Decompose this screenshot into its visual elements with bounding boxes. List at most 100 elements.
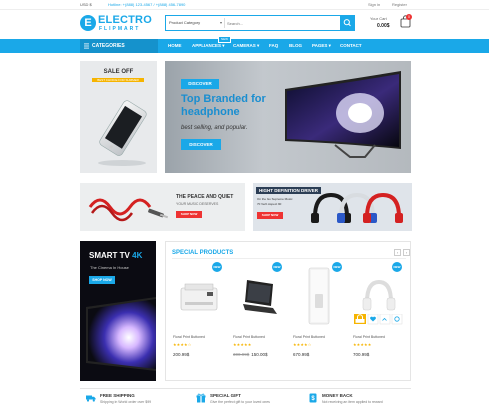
features-strip: FREE SHIPPING Shipping in World order ov…: [80, 388, 411, 406]
product-actions[interactable]: [354, 314, 404, 326]
gift-icon: [196, 393, 206, 403]
promo-hd-line2: 70 Verb Aspect 90: [257, 202, 282, 206]
promo-tv-title-text: SMART TV: [89, 251, 130, 260]
product-image: [293, 264, 345, 328]
feature-desc: Shipping in World order over $99: [100, 400, 152, 404]
nav-item-faq[interactable]: FAQ: [269, 39, 278, 53]
logo-name: ELECTRO: [98, 14, 152, 26]
nav-item-blog[interactable]: BLOG: [289, 39, 302, 53]
feature-title: SPECIAL GIFT: [210, 393, 241, 398]
product-image: [233, 264, 285, 328]
product-rating: ★★★★★: [233, 342, 252, 347]
carousel-prev-button[interactable]: ‹: [394, 249, 401, 256]
product-price: 300.99$ 150.00$: [233, 352, 268, 357]
product-card[interactable]: NEW Floral Print Buttoned ★★★★★ 300.99$ 1…: [232, 262, 287, 377]
promo-tv-shop-button[interactable]: SHOP NOW: [89, 276, 115, 284]
product-current-price: 670.99$: [293, 352, 310, 357]
promo-hd-line1: On the Go Supreme Music: [257, 197, 293, 201]
currency-selector[interactable]: USD $: [80, 2, 92, 7]
hero-discover-button[interactable]: DISCOVER: [181, 139, 221, 150]
hotline-text: Hotline: +(888) 123-4567 / +(888) 456-78…: [108, 2, 186, 7]
money-icon: $: [309, 393, 317, 403]
promo-quiet-subtitle: YOUR MUSIC DESERVES: [176, 202, 219, 206]
cart-count-badge: 0: [406, 14, 412, 20]
hero-subline: best selling, and popular.: [181, 125, 248, 131]
logo[interactable]: E ELECTRO FLIPMART: [80, 14, 152, 36]
nav-item-cameras[interactable]: CAMERAS ▾: [233, 39, 259, 53]
promo-peace-quiet[interactable]: THE PEACE AND QUIET YOUR MUSIC DESERVES …: [80, 183, 245, 231]
signin-link[interactable]: Sign in: [368, 2, 380, 7]
smart-tv-image: [86, 297, 156, 371]
promo-tv-title: SMART TV 4K: [89, 251, 142, 260]
register-link[interactable]: Register: [392, 2, 407, 7]
product-current-price: 200.99$: [173, 352, 190, 357]
truck-icon: [86, 395, 96, 402]
search-icon: [343, 19, 351, 27]
product-old-price: 300.99$: [233, 352, 250, 357]
section-divider: [172, 258, 406, 259]
product-price: 200.99$: [173, 352, 189, 357]
nav-item-contact[interactable]: CONTACT: [340, 39, 362, 53]
promo-tv-subtitle: The Cinema In House: [90, 265, 129, 270]
promo-hd-driver[interactable]: HIGHT DEFINITION DRIVER On the Go Suprem…: [253, 183, 412, 231]
special-products-title: SPECIAL PRODUCTS: [172, 250, 234, 256]
speaker-icon: [308, 267, 330, 325]
special-products-section: SPECIAL PRODUCTS ‹ › NEW Floral Print Bu…: [165, 241, 411, 381]
search-input[interactable]: [227, 17, 339, 29]
new-badge: NEW: [392, 262, 402, 272]
product-card[interactable]: NEW Floral Print Buttoned ★★★★☆ 670.99$: [292, 262, 347, 377]
search-button[interactable]: [340, 15, 355, 31]
product-image: [173, 264, 225, 328]
feature-desc: Not receiving an item applied to reward: [322, 400, 383, 404]
cart-widget[interactable]: Your Cart 0.00$ 0: [362, 14, 412, 36]
product-name[interactable]: Floral Print Buttoned: [233, 335, 265, 339]
new-badge: NEW: [272, 262, 282, 272]
promo-tv-title-accent: 4K: [132, 251, 143, 260]
laptop-icon: [243, 280, 277, 314]
search-category-select[interactable]: Product Category: [169, 20, 200, 25]
nav-item-appliances[interactable]: APPLIANCES ▾: [192, 39, 225, 53]
promo-hd-title: HIGHT DEFINITION DRIVER: [256, 187, 322, 194]
product-card[interactable]: NEW Floral Print Buttoned ★★★★☆ 200.99$: [172, 262, 227, 377]
printer-icon: [180, 283, 218, 311]
promo-sale-off[interactable]: SALE OFF BEST CHOICE FOR SUMMER: [80, 61, 157, 173]
product-price: 670.99$: [293, 352, 309, 357]
smartphone-image: [98, 100, 147, 166]
hero-banner[interactable]: DISCOVER Top Branded for headphone best …: [165, 61, 411, 173]
cart-amount: 0.00$: [377, 23, 390, 29]
hero-headline: Top Branded for headphone: [181, 93, 266, 118]
logo-mark: E: [80, 15, 96, 31]
product-name[interactable]: Floral Print Buttoned: [173, 335, 205, 339]
nav-item-pages[interactable]: PAGES ▾: [312, 39, 331, 53]
product-rating: ★★★★★: [353, 342, 372, 347]
promo-quiet-title: THE PEACE AND QUIET: [176, 194, 234, 200]
menu-icon: [84, 43, 89, 49]
logo-subtitle: FLIPMART: [99, 26, 141, 32]
product-rating: ★★★★☆: [293, 342, 312, 347]
search-bar: Product Category ▾: [165, 15, 355, 31]
new-badge: NEW: [332, 262, 342, 272]
product-price: 700.99$: [353, 352, 369, 357]
product-card[interactable]: NEW Floral Print Buttoned ★★★★★ 700.99$: [352, 262, 407, 377]
product-current-price: 700.99$: [353, 352, 370, 357]
product-rating: ★★★★☆: [173, 342, 192, 347]
categories-label: CATEGORIES: [92, 43, 125, 49]
promo-quiet-shop-button[interactable]: SHOP NOW: [176, 211, 202, 218]
chevron-down-icon: ▾: [220, 20, 223, 25]
search-divider: [224, 18, 225, 28]
main-nav: CATEGORIES NEW HOME APPLIANCES ▾ CAMERAS…: [0, 36, 489, 53]
hero-tag: DISCOVER: [181, 79, 219, 89]
feature-title: MONEY BACK: [322, 393, 353, 398]
promo-smart-tv[interactable]: SMART TV 4K The Cinema In House SHOP NOW: [80, 241, 156, 381]
product-name[interactable]: Floral Print Buttoned: [353, 335, 385, 339]
promo-hd-shop-button[interactable]: SHOP NOW: [257, 212, 283, 219]
top-bar: USD $ Hotline: +(888) 123-4567 / +(888) …: [0, 0, 489, 10]
headphone-cable-image: [88, 198, 169, 222]
feature-title: FREE SHIPPING: [100, 393, 135, 398]
product-name[interactable]: Floral Print Buttoned: [293, 335, 325, 339]
carousel-next-button[interactable]: ›: [403, 249, 410, 256]
cart-label: Your Cart: [370, 16, 387, 21]
nav-item-home[interactable]: HOME: [168, 39, 182, 53]
new-badge: NEW: [212, 262, 222, 272]
categories-menu-button[interactable]: CATEGORIES: [80, 39, 158, 53]
